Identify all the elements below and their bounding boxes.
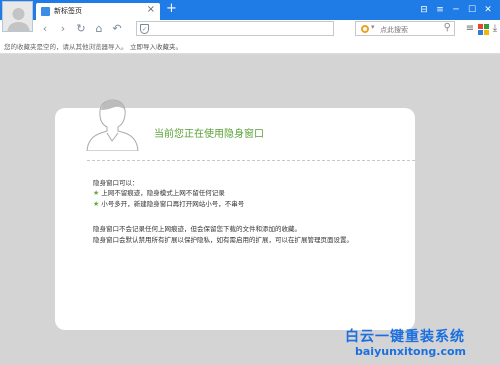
note-text: 隐身窗口会默认禁用所有扩展以保护隐私，如有需启用的扩展，可以在扩展管理页面设置。 [93,236,353,244]
skin-icon[interactable]: ⊟ [416,2,432,18]
search-box[interactable]: ▾ 点此搜索 ⚲ [355,21,455,36]
watermark-url: baiyunxitong.com [355,345,467,358]
star-icon: ★ [93,189,100,197]
favorites-bar: 您的收藏夹是空的，请从其他浏览器导入。 立即导入收藏夹。 [0,38,500,54]
search-engine-icon[interactable] [361,25,369,33]
menu-icon[interactable]: ≡ [432,2,448,18]
import-favorites-link[interactable]: 立即导入收藏夹。 [130,41,182,51]
address-bar[interactable]: ✓ [136,21,334,36]
new-tab-button[interactable]: + [166,1,177,16]
section-heading: 隐身窗口可以： [93,179,139,187]
page-title: 当前您正在使用隐身窗口 [154,129,264,140]
forward-button[interactable]: › [56,21,70,36]
apps-icon[interactable] [478,24,489,35]
refresh-button[interactable]: ↻ [74,21,88,36]
chevron-down-icon[interactable]: ▾ [371,23,375,31]
divider [87,160,415,161]
menu-list-icon[interactable]: ≡ [464,22,476,35]
window-controls: ⊟ ≡ ─ ☐ ✕ [416,2,496,18]
minimize-button[interactable]: ─ [448,2,464,18]
close-window-button[interactable]: ✕ [480,2,496,18]
maximize-button[interactable]: ☐ [464,2,480,18]
search-input[interactable]: 点此搜索 [380,25,408,35]
title-bar: 新标签页 × + ⊟ ≡ ─ ☐ ✕ [0,0,500,20]
search-icon[interactable]: ⚲ [444,22,451,33]
download-icon[interactable]: ⤓ [489,22,500,35]
favorites-empty-message: 您的收藏夹是空的，请从其他浏览器导入。 [4,43,128,51]
incognito-person-icon [86,99,139,151]
star-icon: ★ [93,200,100,208]
shield-icon[interactable]: ✓ [140,24,149,34]
tab-close-icon[interactable]: × [147,4,155,15]
watermark-text: 白云一键重装系统 [345,329,465,345]
incognito-page: 当前您正在使用隐身窗口 隐身窗口可以： ★ 上网不留痕迹，隐身模式上网不留任何记录… [0,55,500,365]
feature-item: ★ 上网不留痕迹，隐身模式上网不留任何记录 [93,189,225,197]
feature-item: ★ 小号多开，新建隐身窗口再打开网站小号，不串号 [93,200,245,208]
user-avatar[interactable] [2,1,33,32]
tab-title: 新标签页 [54,7,82,15]
page-icon [41,7,50,16]
home-button[interactable]: ⌂ [92,21,106,36]
note-text: 隐身窗口不会记录任何上网痕迹，但会保留您下载的文件和添加的收藏。 [93,225,301,233]
navigation-toolbar: ‹ › ↻ ⌂ ↶ ✓ ▾ 点此搜索 ⚲ ≡ ⤓ [0,20,500,38]
back-button[interactable]: ‹ [38,21,52,36]
undo-close-button[interactable]: ↶ [110,21,124,36]
user-silhouette-icon [7,8,30,31]
tab-new-tab[interactable]: 新标签页 × [36,3,160,20]
